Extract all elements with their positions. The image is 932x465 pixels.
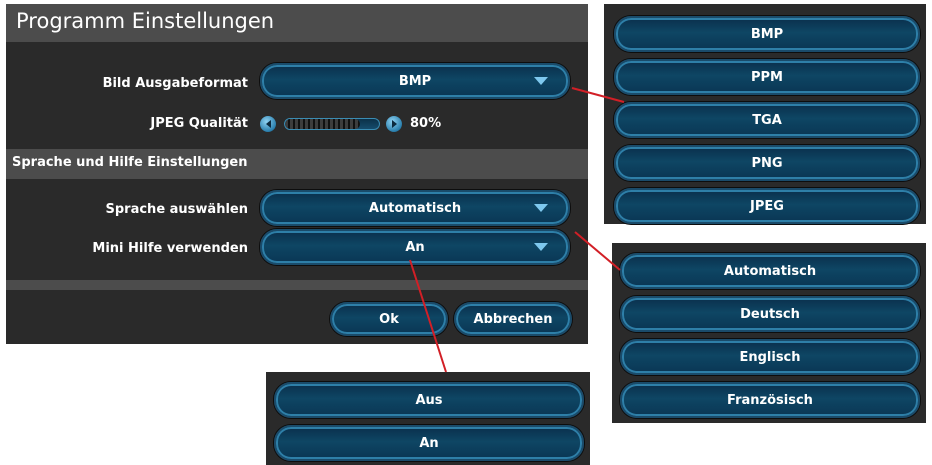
jpeg-quality-slider: 80% bbox=[260, 110, 500, 142]
cancel-button[interactable]: Abbrechen bbox=[454, 302, 572, 336]
language-option-label: Französisch bbox=[727, 392, 813, 408]
arrow-right-icon[interactable] bbox=[386, 116, 402, 132]
title-bar: Programm Einstellungen bbox=[6, 4, 588, 42]
image-output-value: BMP bbox=[398, 73, 432, 89]
slider-fill bbox=[285, 119, 361, 129]
help-options-list: Aus An bbox=[266, 372, 590, 465]
language-options-list: Automatisch Deutsch Englisch Französisch bbox=[612, 243, 926, 423]
ok-button-label: Ok bbox=[379, 311, 399, 327]
chevron-down-icon bbox=[534, 243, 548, 251]
ok-button[interactable]: Ok bbox=[330, 302, 448, 336]
arrow-left-icon[interactable] bbox=[260, 116, 276, 132]
mini-help-value: An bbox=[405, 239, 425, 255]
format-option-label: PPM bbox=[751, 69, 783, 85]
format-option[interactable]: PNG bbox=[614, 145, 920, 181]
section-header: Sprache und Hilfe Einstellungen bbox=[6, 149, 588, 179]
format-option-label: PNG bbox=[751, 155, 783, 171]
language-option[interactable]: Englisch bbox=[620, 339, 920, 375]
help-option[interactable]: An bbox=[274, 425, 584, 461]
format-option-label: TGA bbox=[752, 112, 782, 128]
format-option[interactable]: JPEG bbox=[614, 188, 920, 224]
language-option[interactable]: Französisch bbox=[620, 382, 920, 418]
settings-dialog: Programm Einstellungen Bild Ausgabeforma… bbox=[6, 4, 588, 344]
slider-track[interactable] bbox=[284, 118, 380, 130]
language-dropdown[interactable]: Automatisch bbox=[260, 190, 570, 226]
chevron-down-icon bbox=[534, 77, 548, 85]
language-value: Automatisch bbox=[368, 200, 462, 216]
chevron-down-icon bbox=[534, 204, 548, 212]
language-option-label: Englisch bbox=[739, 349, 801, 365]
format-option[interactable]: BMP bbox=[614, 16, 920, 52]
language-option-label: Automatisch bbox=[723, 263, 817, 279]
jpeg-quality-value: 80% bbox=[410, 116, 442, 131]
dialog-title: Programm Einstellungen bbox=[16, 9, 275, 33]
help-option-label: Aus bbox=[415, 392, 443, 408]
format-option[interactable]: TGA bbox=[614, 102, 920, 138]
cancel-button-label: Abbrechen bbox=[473, 311, 553, 327]
language-label: Sprache auswählen bbox=[105, 202, 249, 217]
image-output-dropdown[interactable]: BMP bbox=[260, 63, 570, 99]
format-options-list: BMP PPM TGA PNG JPEG bbox=[604, 4, 926, 224]
format-option-label: BMP bbox=[750, 26, 784, 42]
image-output-label: Bild Ausgabeformat bbox=[102, 76, 248, 91]
language-option-label: Deutsch bbox=[740, 306, 800, 322]
separator bbox=[6, 280, 588, 290]
mini-help-dropdown[interactable]: An bbox=[260, 229, 570, 265]
language-option[interactable]: Deutsch bbox=[620, 296, 920, 332]
language-option[interactable]: Automatisch bbox=[620, 253, 920, 289]
section-title: Sprache und Hilfe Einstellungen bbox=[12, 155, 248, 170]
help-option-label: An bbox=[419, 435, 439, 451]
jpeg-quality-label: JPEG Qualität bbox=[150, 116, 248, 131]
format-option-label: JPEG bbox=[750, 198, 784, 214]
mini-help-label: Mini Hilfe verwenden bbox=[92, 241, 248, 256]
help-option[interactable]: Aus bbox=[274, 382, 584, 418]
format-option[interactable]: PPM bbox=[614, 59, 920, 95]
